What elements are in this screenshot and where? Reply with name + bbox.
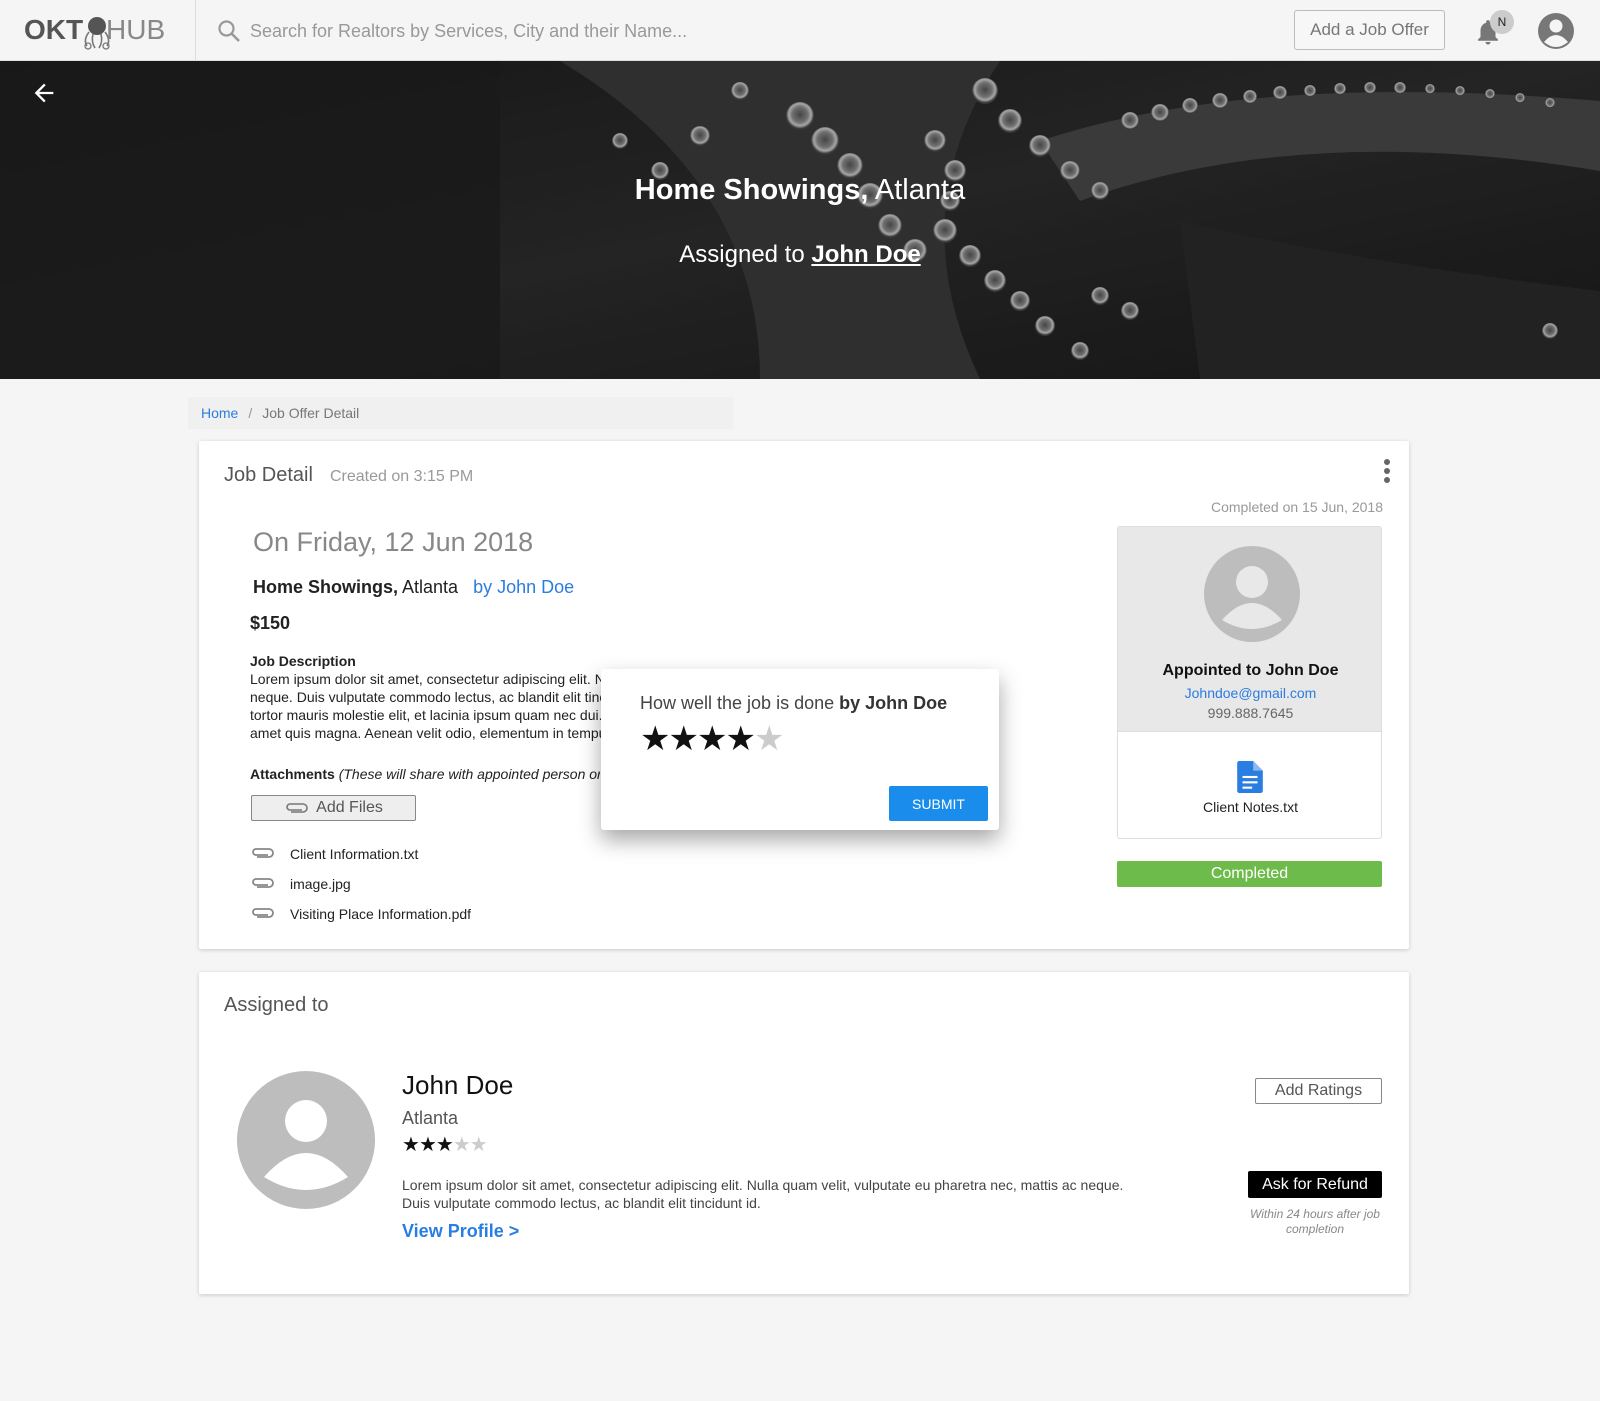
rating-question: How well the job is done by John Doe [640,693,947,714]
job-description-line: neque. Duis vulputate commodo lectus, ac… [250,689,605,705]
star-icon[interactable]: ★ [725,720,756,758]
notification-badge[interactable]: N [1490,10,1514,34]
job-description-line: amet quis magna. Aenean velit odio, elem… [250,725,605,741]
star-icon[interactable]: ★ [640,720,671,758]
attachments-note: (These will share with appointed person … [338,766,600,782]
attachment-item[interactable]: Client Information.txt [250,839,471,869]
assigned-card: Assigned to John Doe Atlanta ★★★★★ Lorem… [199,972,1409,1294]
document-icon[interactable] [1237,761,1263,793]
add-ratings-button[interactable]: Add Ratings [1255,1078,1382,1104]
star-icon: ★ [435,1134,454,1156]
hero-assigned-prefix: Assigned to [679,241,805,268]
top-bar: OKT HUB Add a Job Offer N [0,0,1600,61]
assigned-title: Assigned to [224,994,329,1016]
hero-assigned: Assigned to John Doe [0,241,1600,269]
assignee-description: Lorem ipsum dolor sit amet, consectetur … [402,1176,1142,1212]
appointed-agent-box: Appointed to John Doe Johndoe@gmail.com … [1117,526,1382,839]
agent-appointed: Appointed to John Doe [1162,662,1339,679]
job-date-heading: On Friday, 12 Jun 2018 [253,527,534,557]
attachment-name[interactable]: image.jpg [290,876,351,892]
attachment-name[interactable]: Visiting Place Information.pdf [290,906,471,922]
hero-title: Home Showings, Atlanta [0,174,1600,207]
breadcrumb-current: Job Offer Detail [262,405,360,421]
attachments-title: Attachments (These will share with appoi… [250,766,600,782]
assignee-description-line: Duis vulputate commodo lectus, ac blandi… [402,1195,761,1211]
search-input[interactable] [250,16,1150,46]
rating-question-name: by John Doe [839,693,948,713]
refund-note: Within 24 hours after job completion [1250,1207,1380,1236]
hero-city: Atlanta [874,174,966,206]
star-icon[interactable]: ★ [697,720,728,758]
attachments-label: Attachments [250,766,335,782]
logo-suffix: HUB [106,14,166,45]
attachments-list: Client Information.txt image.jpg Visitin… [250,839,471,929]
star-icon[interactable]: ★ [668,720,699,758]
rating-dialog: How well the job is done by John Doe ★★★… [601,669,999,830]
agent-avatar-icon [1204,546,1300,642]
attachment-name[interactable]: Client Information.txt [290,846,418,862]
job-description-line: tortor mauris molestie elit, et lacinia … [250,707,603,723]
assignee-name: John Doe [402,1070,514,1100]
assignee-description-line: Lorem ipsum dolor sit amet, consectetur … [402,1177,1124,1193]
star-icon: ★ [418,1134,437,1156]
hero-assigned-name[interactable]: John Doe [811,241,920,268]
add-files-label: Add Files [316,799,383,816]
star-icon: ★ [452,1134,471,1156]
client-notes-file[interactable]: Client Notes.txt [1118,799,1381,815]
rating-question-text: How well the job is done [640,693,835,713]
attachment-item[interactable]: image.jpg [250,869,471,899]
assignee-avatar-icon [237,1071,375,1209]
agent-phone: 999.888.7645 [1207,705,1294,721]
add-job-offer-button[interactable]: Add a Job Offer [1294,10,1445,50]
add-files-button[interactable]: Add Files [251,795,416,821]
paperclip-icon [250,906,290,923]
job-by-link[interactable]: by John Doe [473,577,574,597]
assignee-rating: ★★★★★ [402,1132,488,1157]
job-description-title: Job Description [250,653,356,669]
status-badge: Completed [1117,861,1382,887]
agent-email[interactable]: Johndoe@gmail.com [1118,685,1381,701]
job-service-line: Home Showings, Atlanta by John Doe [253,577,574,598]
logo-prefix: OKT [24,14,84,45]
job-description-line: Lorem ipsum dolor sit amet, consectetur … [250,671,605,687]
breadcrumb-home[interactable]: Home [201,405,238,421]
ask-for-refund-button[interactable]: Ask for Refund [1248,1171,1382,1198]
back-arrow-icon[interactable] [30,79,58,107]
job-created-time: Created on 3:15 PM [330,468,474,485]
octopus-background-image [0,61,1600,379]
submit-rating-button[interactable]: SUBMIT [889,786,988,821]
hero-banner: Home Showings, Atlanta Assigned to John … [0,61,1600,379]
job-price: $150 [250,613,291,633]
star-icon: ★ [469,1134,488,1156]
assignee-city: Atlanta [402,1108,459,1128]
job-city: Atlanta [402,577,459,597]
divider [195,0,196,61]
job-description-text: Lorem ipsum dolor sit amet, consectetur … [250,670,605,742]
rating-stars[interactable]: ★★★★★ [640,719,785,759]
breadcrumb: Home / Job Offer Detail [188,397,733,429]
job-detail-title: Job Detail [224,464,313,486]
more-options-icon[interactable] [1375,456,1399,486]
completed-date: Completed on 15 Jun, 2018 [1210,499,1383,515]
paperclip-icon [250,876,290,893]
view-profile-link[interactable]: View Profile > [402,1221,519,1242]
logo[interactable]: OKT HUB [24,14,169,50]
account-avatar-icon[interactable] [1537,12,1575,50]
paperclip-icon [286,803,308,813]
breadcrumb-separator: / [248,405,253,421]
star-icon: ★ [402,1134,420,1156]
hero-service: Home Showings, [634,174,869,206]
job-service: Home Showings, [253,577,399,597]
search-icon [218,20,240,42]
attachment-item[interactable]: Visiting Place Information.pdf [250,899,471,929]
star-icon[interactable]: ★ [754,720,785,758]
agent-info: Appointed to John Doe Johndoe@gmail.com … [1118,527,1381,732]
paperclip-icon [250,846,290,863]
